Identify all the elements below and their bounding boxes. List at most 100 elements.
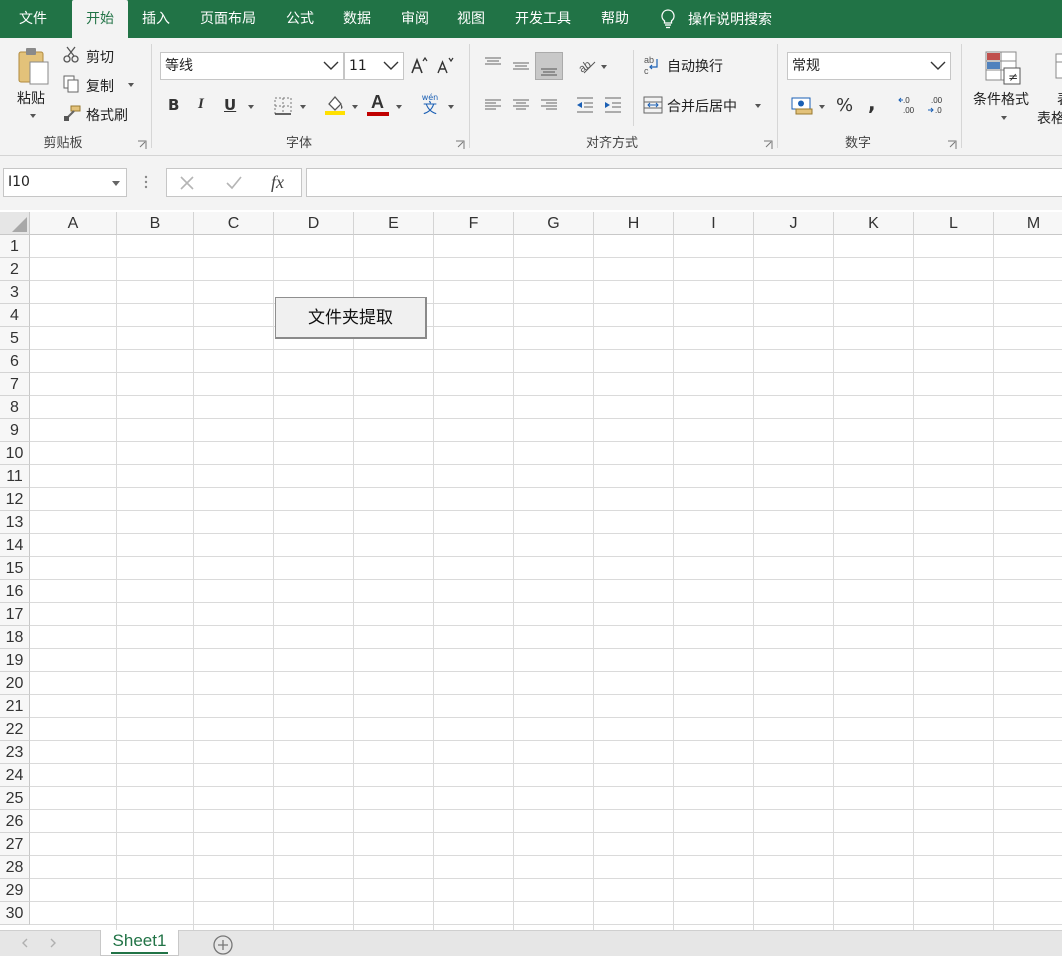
- more-handle-icon[interactable]: [143, 174, 149, 190]
- tab-insert[interactable]: 插入: [130, 0, 182, 38]
- column-header-h[interactable]: H: [594, 212, 674, 235]
- underline-dropdown-icon[interactable]: [248, 105, 254, 109]
- tab-review[interactable]: 审阅: [388, 0, 442, 38]
- column-header-a[interactable]: A: [30, 212, 117, 235]
- orientation-dropdown-icon[interactable]: [601, 65, 607, 69]
- align-left-icon[interactable]: [482, 94, 504, 116]
- accounting-dropdown-icon[interactable]: [819, 105, 825, 109]
- dialog-launcher-icon[interactable]: [455, 139, 465, 149]
- column-header-c[interactable]: C: [194, 212, 274, 235]
- fill-color-dropdown-icon[interactable]: [352, 105, 358, 109]
- add-sheet-icon[interactable]: [212, 934, 234, 956]
- font-color-dropdown-icon[interactable]: [396, 105, 402, 109]
- column-header-k[interactable]: K: [834, 212, 914, 235]
- conditional-formatting-button[interactable]: 条件格式: [973, 89, 1029, 109]
- align-top-icon[interactable]: [482, 52, 504, 80]
- conditional-formatting-dropdown-icon[interactable]: [1001, 116, 1007, 120]
- scissors-icon[interactable]: [62, 46, 80, 64]
- row-header-13[interactable]: 13: [0, 511, 30, 534]
- orientation-icon[interactable]: ab: [576, 54, 598, 76]
- tab-data[interactable]: 数据: [330, 0, 384, 38]
- increase-font-size-icon[interactable]: [410, 56, 428, 76]
- row-header-10[interactable]: 10: [0, 442, 30, 465]
- tab-developer[interactable]: 开发工具: [505, 0, 581, 38]
- tell-me-search[interactable]: 操作说明搜索: [660, 0, 772, 38]
- row-header-7[interactable]: 7: [0, 373, 30, 396]
- paste-label[interactable]: 粘贴: [17, 88, 45, 108]
- row-header-9[interactable]: 9: [0, 419, 30, 442]
- align-bottom-icon[interactable]: [535, 52, 563, 80]
- row-header-19[interactable]: 19: [0, 649, 30, 672]
- wrap-text-button[interactable]: 自动换行: [667, 56, 723, 76]
- conditional-formatting-icon[interactable]: ≠: [984, 50, 1022, 86]
- row-header-1[interactable]: 1: [0, 235, 30, 258]
- insert-function-button[interactable]: fx: [271, 172, 284, 193]
- row-header-11[interactable]: 11: [0, 465, 30, 488]
- align-middle-icon[interactable]: [510, 52, 532, 80]
- row-header-15[interactable]: 15: [0, 557, 30, 580]
- underline-button[interactable]: U: [224, 96, 236, 114]
- row-header-26[interactable]: 26: [0, 810, 30, 833]
- row-header-21[interactable]: 21: [0, 695, 30, 718]
- bold-button[interactable]: B: [168, 96, 179, 114]
- tab-help[interactable]: 帮助: [588, 0, 642, 38]
- dialog-launcher-icon[interactable]: [763, 139, 773, 149]
- column-header-e[interactable]: E: [354, 212, 434, 235]
- column-header-i[interactable]: I: [674, 212, 754, 235]
- copy-dropdown-icon[interactable]: [128, 83, 134, 87]
- borders-dropdown-icon[interactable]: [300, 105, 306, 109]
- copy-icon[interactable]: [62, 75, 80, 93]
- font-size-select[interactable]: 11: [344, 52, 404, 80]
- column-header-f[interactable]: F: [434, 212, 514, 235]
- row-header-25[interactable]: 25: [0, 787, 30, 810]
- row-header-23[interactable]: 23: [0, 741, 30, 764]
- column-header-g[interactable]: G: [514, 212, 594, 235]
- row-header-4[interactable]: 4: [0, 304, 30, 327]
- row-header-12[interactable]: 12: [0, 488, 30, 511]
- phonetic-dropdown-icon[interactable]: [448, 105, 454, 109]
- row-header-24[interactable]: 24: [0, 764, 30, 787]
- row-header-2[interactable]: 2: [0, 258, 30, 281]
- tab-formulas[interactable]: 公式: [273, 0, 327, 38]
- column-header-j[interactable]: J: [754, 212, 834, 235]
- worksheet-grid[interactable]: ABCDEFGHIJKLM 1 2 3 4 5 6 7 8 9 10 11 12 13 14 15 16 17 1…: [0, 212, 1062, 930]
- fill-color-icon[interactable]: [324, 94, 346, 116]
- row-header-3[interactable]: 3: [0, 281, 30, 304]
- tab-page-layout[interactable]: 页面布局: [189, 0, 267, 38]
- font-name-select[interactable]: 等线: [160, 52, 344, 80]
- accounting-format-icon[interactable]: [790, 94, 814, 116]
- row-header-22[interactable]: 22: [0, 718, 30, 741]
- paste-dropdown-icon[interactable]: [30, 114, 36, 118]
- merge-center-button[interactable]: 合并后居中: [667, 96, 737, 116]
- italic-button[interactable]: I: [198, 96, 204, 113]
- row-header-17[interactable]: 17: [0, 603, 30, 626]
- cancel-icon[interactable]: [179, 175, 195, 191]
- row-header-18[interactable]: 18: [0, 626, 30, 649]
- sheet-tab-sheet1[interactable]: Sheet1: [100, 930, 179, 956]
- dialog-launcher-icon[interactable]: [137, 139, 147, 149]
- align-right-icon[interactable]: [538, 94, 560, 116]
- borders-icon[interactable]: [273, 96, 293, 116]
- increase-indent-icon[interactable]: [602, 94, 624, 116]
- scroll-right-icon[interactable]: [48, 937, 58, 949]
- row-header-27[interactable]: 27: [0, 833, 30, 856]
- increase-decimal-icon[interactable]: .0.00: [898, 94, 920, 116]
- row-header-30[interactable]: 30: [0, 902, 30, 925]
- merge-center-dropdown-icon[interactable]: [755, 104, 761, 108]
- paste-icon[interactable]: [16, 46, 50, 86]
- row-header-28[interactable]: 28: [0, 856, 30, 879]
- wrap-text-icon[interactable]: ab c: [643, 54, 663, 76]
- dialog-launcher-icon[interactable]: [947, 139, 957, 149]
- column-header-d[interactable]: D: [274, 212, 354, 235]
- format-painter-icon[interactable]: [62, 104, 82, 122]
- row-header-8[interactable]: 8: [0, 396, 30, 419]
- decrease-indent-icon[interactable]: [574, 94, 596, 116]
- cut-button[interactable]: 剪切: [86, 47, 114, 67]
- enter-check-icon[interactable]: [225, 175, 243, 191]
- row-header-20[interactable]: 20: [0, 672, 30, 695]
- name-box[interactable]: I10: [3, 168, 127, 197]
- tab-view[interactable]: 视图: [444, 0, 498, 38]
- formula-input[interactable]: [306, 168, 1062, 197]
- row-header-29[interactable]: 29: [0, 879, 30, 902]
- row-header-6[interactable]: 6: [0, 350, 30, 373]
